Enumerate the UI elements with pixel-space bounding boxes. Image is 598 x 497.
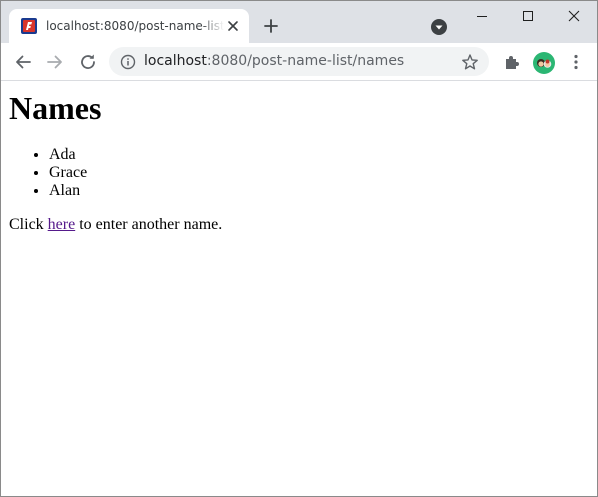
browser-window: localhost:8080/post-name-list/names xyxy=(0,0,598,497)
site-favicon-icon xyxy=(21,18,37,34)
url-text[interactable]: localhost:8080/post-name-list/names xyxy=(144,53,404,70)
reload-icon[interactable] xyxy=(78,52,98,72)
page-content: Names Ada Grace Alan Click here to enter… xyxy=(1,81,597,496)
minimize-button[interactable] xyxy=(459,1,505,31)
address-bar[interactable]: localhost:8080/post-name-list/names xyxy=(109,47,489,76)
page-title: Names xyxy=(9,90,102,126)
url-host: localhost xyxy=(144,53,207,69)
active-tab[interactable]: localhost:8080/post-name-list/names xyxy=(9,9,249,43)
extensions-puzzle-icon[interactable] xyxy=(502,52,522,72)
site-info-icon[interactable] xyxy=(120,54,136,70)
list-item: Alan xyxy=(49,182,87,200)
tab-title: localhost:8080/post-name-list/names xyxy=(46,19,226,33)
instruction-text: Click here to enter another name. xyxy=(9,216,222,234)
instruction-prefix: Click xyxy=(9,216,48,233)
list-item: Grace xyxy=(49,164,87,182)
forward-arrow-icon[interactable] xyxy=(45,52,65,72)
tab-strip: localhost:8080/post-name-list/names xyxy=(1,1,597,43)
back-arrow-icon[interactable] xyxy=(13,52,33,72)
maximize-button[interactable] xyxy=(505,1,551,31)
tab-close-icon[interactable] xyxy=(225,18,241,34)
bookmark-star-icon[interactable] xyxy=(461,53,479,71)
browser-toolbar: localhost:8080/post-name-list/names xyxy=(1,43,597,81)
close-icon xyxy=(568,10,580,22)
names-list: Ada Grace Alan xyxy=(9,146,87,200)
instruction-suffix: to enter another name. xyxy=(75,216,223,233)
list-item: Ada xyxy=(49,146,87,164)
tab-search-icon[interactable] xyxy=(430,18,448,36)
enter-name-link[interactable]: here xyxy=(48,216,76,233)
url-path: :8080/post-name-list/names xyxy=(206,53,405,69)
more-menu-icon[interactable] xyxy=(566,52,586,72)
profile-avatar[interactable] xyxy=(533,52,555,74)
maximize-icon xyxy=(523,11,533,21)
new-tab-icon[interactable] xyxy=(261,16,281,36)
minimize-icon xyxy=(477,16,487,17)
close-window-button[interactable] xyxy=(551,1,597,31)
